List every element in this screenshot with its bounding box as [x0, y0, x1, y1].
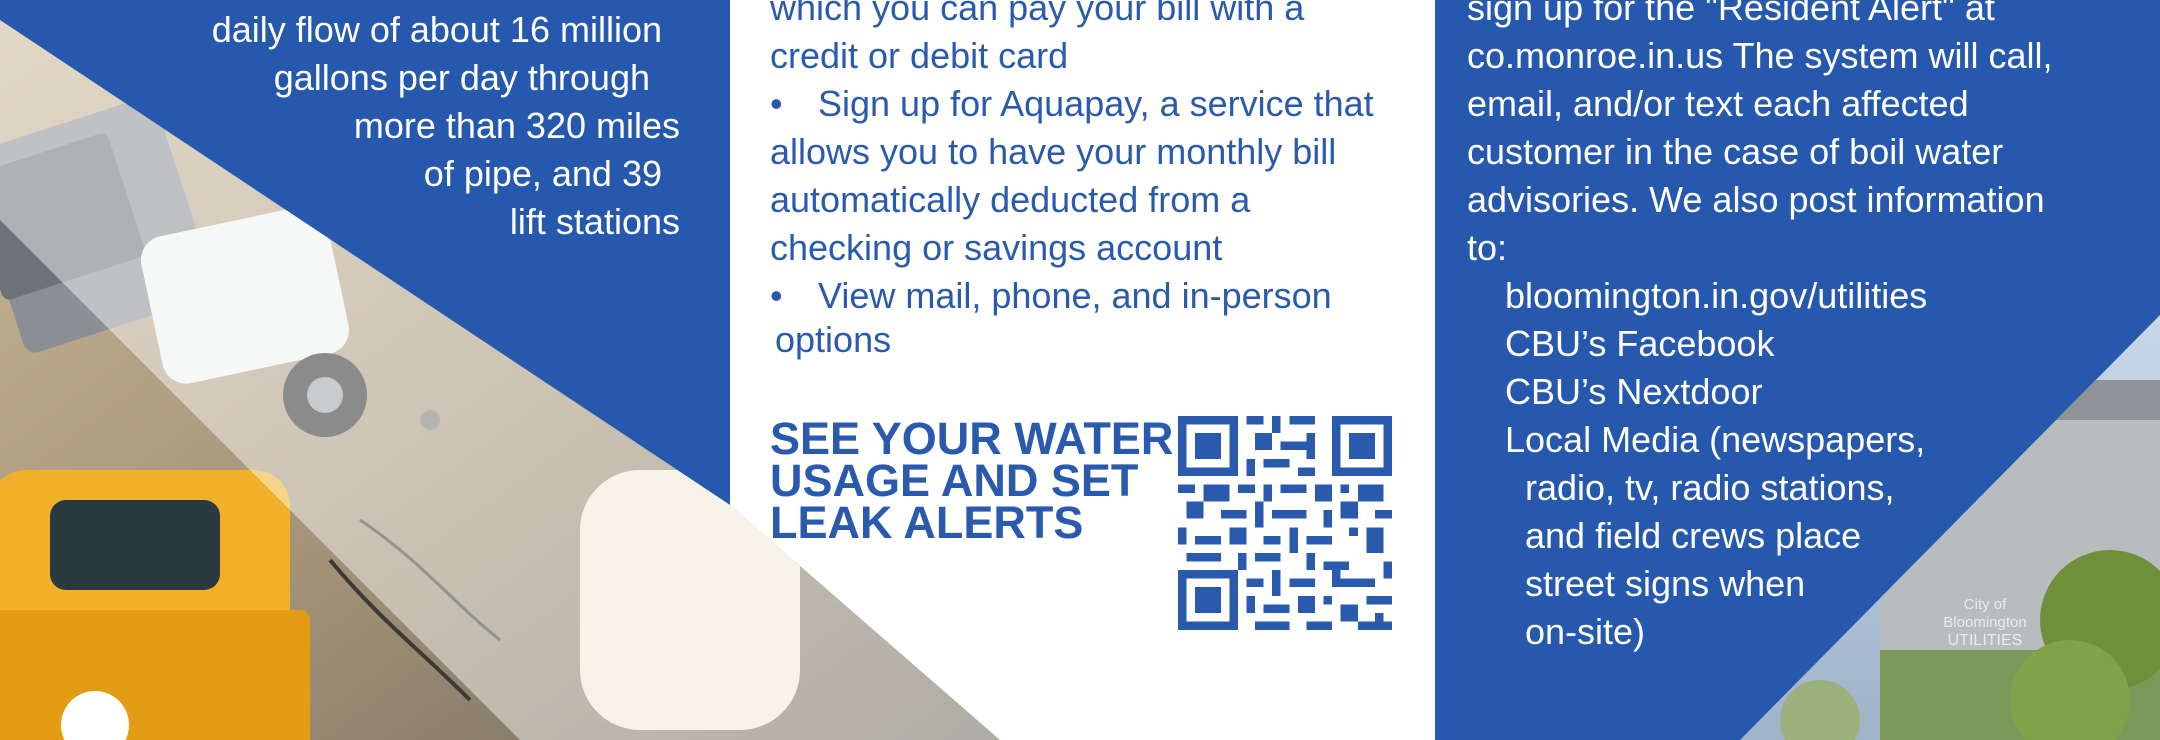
view-bullet-item: • View mail, phone, and in-person [770, 272, 1410, 320]
right-line-1: sign up for the "Resident Alert" at [1467, 0, 1995, 28]
usage-cta-heading: SEE YOUR WATER USAGE AND SET LEAK ALERTS [770, 413, 1174, 548]
aquapay-bullet-item: • Sign up for Aquapay, a service that [770, 80, 1410, 128]
middle-panel-text: which you can pay your bill with a credi… [770, 0, 1410, 364]
left-line-5: lift stations [509, 201, 680, 242]
cta-line-1: SEE YOUR WATER [770, 413, 1174, 464]
left-line-1: daily flow of about 16 million [211, 9, 662, 50]
website-link[interactable]: bloomington.in.gov/utilities [1467, 272, 2127, 320]
right-line-3: email, and/or text each affected [1467, 83, 1969, 124]
local-media-item: Local Media (newspapers, [1505, 419, 1926, 460]
left-line-3: more than 320 miles [353, 105, 680, 146]
media-sub-2: and field crews place [1525, 515, 1862, 556]
view-line-2: options [775, 319, 892, 360]
right-line-6: to: [1467, 227, 1508, 268]
right-panel-text: sign up for the "Resident Alert" at co.m… [1467, 0, 2127, 656]
left-line-4: of pipe, and 39 [423, 153, 662, 194]
aquapay-line-1: Sign up for Aquapay, a service that [818, 83, 1374, 124]
mid-line-2: credit or debit card [770, 35, 1069, 76]
aquapay-line-2: allows you to have your monthly bill [770, 131, 1337, 172]
qr-code[interactable] [1178, 416, 1392, 630]
cta-line-3: LEAK ALERTS [770, 497, 1084, 548]
left-line-2: gallons per day through [273, 57, 650, 98]
aquapay-line-3: automatically deducted from a [770, 179, 1251, 220]
mid-line-1: which you can pay your bill with a [770, 0, 1305, 28]
view-line-1: View mail, phone, and in-person [818, 275, 1332, 316]
media-sub-3: street signs when [1525, 563, 1806, 604]
media-sub-4: on-site) [1525, 611, 1646, 652]
nextdoor-link[interactable]: CBU’s Nextdoor [1467, 368, 2127, 416]
bullet-symbol: • [770, 83, 783, 124]
right-line-2: co.monroe.in.us The system will call, [1467, 35, 2053, 76]
right-line-4: customer in the case of boil water [1467, 131, 2004, 172]
right-line-5: advisories. We also post information [1467, 179, 2045, 220]
aquapay-line-4: checking or savings account [770, 227, 1223, 268]
left-panel-text: daily flow of about 16 million gallons p… [40, 6, 680, 246]
facebook-link[interactable]: CBU’s Facebook [1467, 320, 2127, 368]
brochure-page: City of Bloomington UTILITIES daily flow… [0, 0, 2160, 740]
cta-line-2: USAGE AND SET [770, 455, 1139, 506]
bullet-symbol: • [770, 275, 783, 316]
media-sub-1: radio, tv, radio stations, [1525, 467, 1895, 508]
